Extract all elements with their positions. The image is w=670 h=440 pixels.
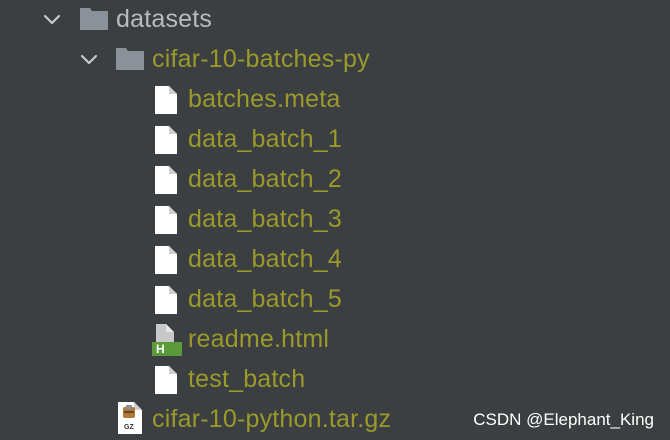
file-icon	[155, 246, 177, 274]
tree-node-datasets[interactable]: datasets	[0, 0, 670, 40]
tree-file-batches-meta[interactable]: batches.meta	[0, 80, 670, 120]
tree-file-data-batch-5[interactable]: data_batch_5	[0, 280, 670, 320]
tree-node-label: cifar-10-batches-py	[152, 45, 370, 73]
tree-node-label: batches.meta	[188, 85, 341, 113]
file-icon	[155, 366, 177, 394]
tree-file-readme-html[interactable]: H readme.html	[0, 320, 670, 360]
tree-node-label: data_batch_2	[188, 165, 342, 193]
project-tree: datasets cifar-10-batches-py batches.met…	[0, 0, 670, 440]
chevron-down-icon[interactable]	[43, 13, 61, 27]
tree-file-test-batch[interactable]: test_batch	[0, 360, 670, 400]
tree-node-label: data_batch_5	[188, 285, 342, 313]
file-icon	[155, 86, 177, 114]
tree-file-data-batch-4[interactable]: data_batch_4	[0, 240, 670, 280]
folder-icon	[116, 46, 144, 70]
tree-node-label: data_batch_1	[188, 125, 342, 153]
tree-file-data-batch-3[interactable]: data_batch_3	[0, 200, 670, 240]
file-icon	[155, 166, 177, 194]
folder-icon	[80, 6, 108, 30]
tree-node-label: readme.html	[188, 325, 330, 353]
chevron-down-icon[interactable]	[80, 53, 98, 67]
tree-node-cifar-10-batches-py[interactable]: cifar-10-batches-py	[0, 40, 670, 80]
file-icon	[155, 206, 177, 234]
tree-node-label: cifar-10-python.tar.gz	[152, 405, 392, 433]
html-badge-label: H	[156, 342, 165, 356]
tree-node-label: datasets	[116, 5, 213, 33]
tree-node-label: data_batch_4	[188, 245, 342, 273]
watermark: CSDN @Elephant_King	[473, 410, 654, 429]
tree-file-data-batch-1[interactable]: data_batch_1	[0, 120, 670, 160]
file-icon	[155, 286, 177, 314]
tree-node-label: test_batch	[188, 365, 306, 393]
tree-node-label: data_batch_3	[188, 205, 342, 233]
file-icon	[155, 126, 177, 154]
tree-file-data-batch-2[interactable]: data_batch_2	[0, 160, 670, 200]
archive-badge-label: GZ	[124, 424, 134, 431]
